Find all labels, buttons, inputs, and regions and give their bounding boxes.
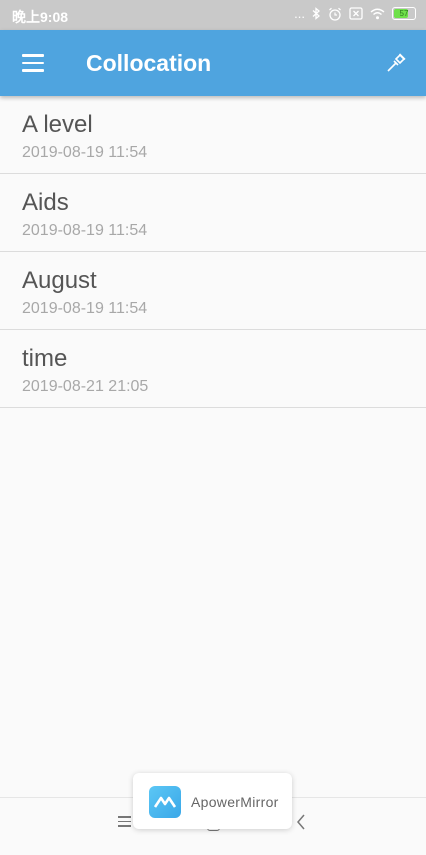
apowermirror-label: ApowerMirror	[191, 794, 279, 810]
list-item-title: Aids	[22, 189, 69, 216]
hamburger-menu-icon[interactable]	[22, 54, 44, 72]
pin-icon[interactable]	[385, 50, 409, 74]
list-item[interactable]: A level 2019-08-19 11:54	[0, 96, 426, 174]
status-time: 晚上9:08	[12, 9, 69, 25]
sim-off-icon	[349, 7, 363, 20]
list-item-title: A level	[22, 111, 93, 138]
list-item[interactable]: August 2019-08-19 11:54	[0, 252, 426, 330]
battery-level: 57	[399, 9, 409, 18]
signal-dots: ...	[294, 6, 305, 21]
bluetooth-icon	[312, 7, 320, 20]
list-item-date: 2019-08-19 11:54	[22, 300, 148, 317]
apowermirror-overlay[interactable]: ApowerMirror	[133, 773, 292, 829]
back-button[interactable]	[296, 814, 306, 830]
recent-apps-button[interactable]	[118, 816, 131, 830]
status-bar: 晚上9:08 ... 57	[0, 0, 426, 30]
apowermirror-logo-icon	[149, 786, 181, 818]
app-bar: Collocation	[0, 30, 426, 96]
alarm-icon	[329, 7, 341, 21]
list-item-title: August	[22, 267, 97, 294]
list-item-date: 2019-08-19 11:54	[22, 222, 148, 239]
list-item[interactable]: Aids 2019-08-19 11:54	[0, 174, 426, 252]
list-item[interactable]: time 2019-08-21 21:05	[0, 330, 426, 408]
list-item-date: 2019-08-21 21:05	[22, 378, 149, 395]
page-title: Collocation	[86, 50, 212, 76]
wifi-icon	[370, 8, 385, 19]
list-item-date: 2019-08-19 11:54	[22, 144, 148, 161]
status-icons: ... 57	[294, 6, 416, 21]
list-item-title: time	[22, 345, 68, 372]
collocation-list: A level 2019-08-19 11:54 Aids 2019-08-19…	[0, 96, 426, 408]
battery-icon: 57	[392, 7, 416, 20]
